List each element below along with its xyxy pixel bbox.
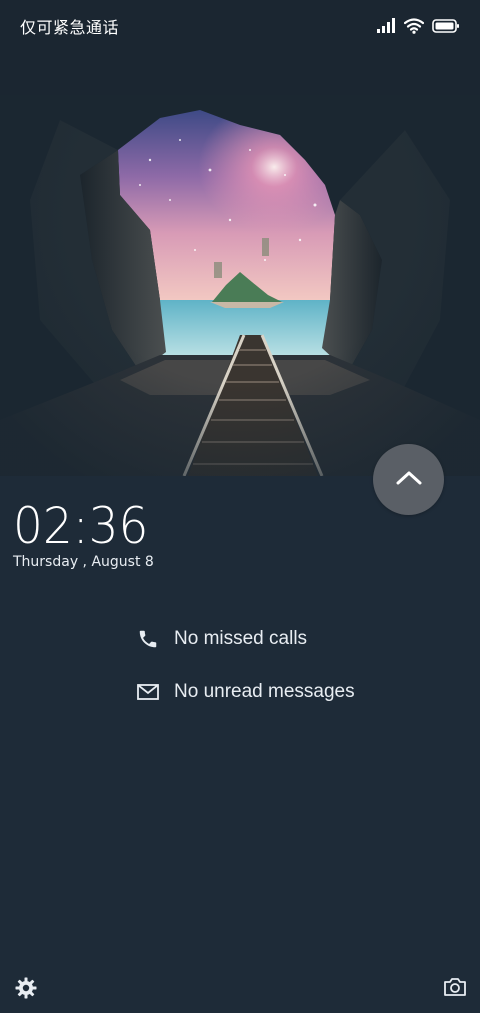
camera-icon [443,978,467,1002]
camera-button[interactable] [443,976,467,1000]
status-bar: 仅可紧急通话 [0,0,480,52]
unread-messages-text: No unread messages [174,681,355,702]
lock-screen: 仅可紧急通话 02:36 Thursday , August 8 No miss… [0,0,480,1013]
status-icons [376,18,460,34]
settings-button[interactable] [14,976,38,1000]
unread-messages-row: No unread messages [136,680,355,704]
missed-calls-row: No missed calls [136,627,307,651]
unlock-button[interactable] [373,444,444,515]
missed-calls-text: No missed calls [174,628,308,649]
signal-icon [376,18,396,34]
emergency-call-only-label: 仅可紧急通话 [20,18,120,37]
wifi-icon [404,18,424,34]
wallpaper-image [0,0,480,476]
chevron-up-icon [395,470,423,490]
clock-date: Thursday , August 8 [13,554,154,570]
clock-time: 02:36 [13,497,149,555]
phone-icon [136,627,160,651]
envelope-icon [136,680,160,704]
battery-icon [432,18,460,34]
wallpaper-art [0,0,480,476]
gear-icon [14,977,38,1004]
